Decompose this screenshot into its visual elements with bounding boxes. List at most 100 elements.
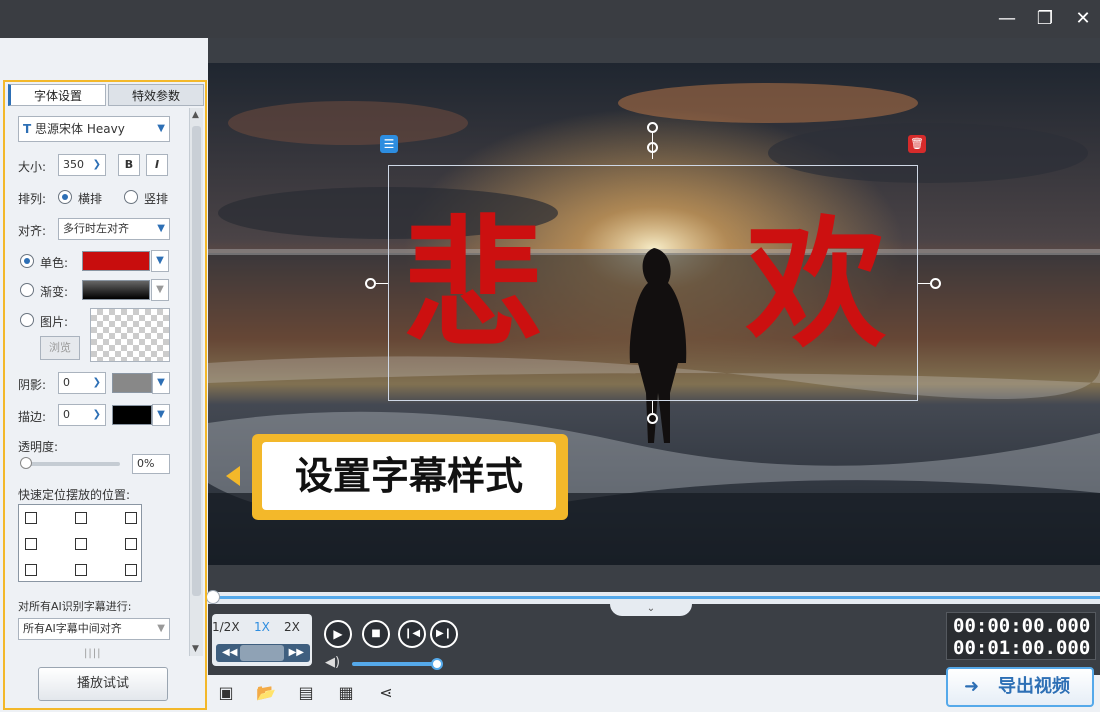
timecode-display: 00:00:00.000 00:01:00.000 xyxy=(946,612,1096,660)
solid-color-label: 单色: xyxy=(40,256,69,270)
opacity-input[interactable]: 0% xyxy=(132,454,170,474)
chevron-down-icon[interactable]: ▼ xyxy=(152,372,170,394)
gradient-radio[interactable] xyxy=(20,283,34,297)
ai-align-select[interactable]: 所有AI字幕中间对齐 ▼ xyxy=(18,618,170,640)
bold-button[interactable]: B xyxy=(118,154,140,176)
subtitle-char-right[interactable]: 欢 xyxy=(746,215,886,355)
delete-icon[interactable]: 🗑 xyxy=(908,135,926,153)
resize-handle-top[interactable] xyxy=(647,142,658,153)
position-center[interactable] xyxy=(75,538,87,550)
chevron-down-icon: ▼ xyxy=(157,623,165,634)
share-icon[interactable]: ⋖ xyxy=(376,683,396,703)
stroke-input[interactable]: 0 ❯ xyxy=(58,404,106,426)
prev-frame-button[interactable]: ❙◀ xyxy=(398,620,426,648)
stop-button[interactable]: ■ xyxy=(362,620,390,648)
font-select[interactable]: T 思源宋体 Heavy ▼ xyxy=(18,116,170,142)
chevron-down-icon: ▼ xyxy=(157,223,165,234)
chevron-down-icon: ▼ xyxy=(157,123,165,134)
solid-color-radio[interactable] xyxy=(20,254,34,268)
speed-2x[interactable]: 2X xyxy=(284,620,300,634)
export-button[interactable]: ➜ 导出视频 xyxy=(946,667,1094,707)
chevron-down-icon[interactable]: ▼ xyxy=(152,404,170,426)
handle-line xyxy=(918,283,930,284)
list-icon[interactable]: ☰ xyxy=(380,135,398,153)
timeline-playhead[interactable] xyxy=(206,590,220,604)
speed-slider[interactable]: ◀◀ ▶▶ xyxy=(216,644,310,662)
save-icon[interactable]: ▤ xyxy=(296,683,316,703)
save-as-icon[interactable]: ▦ xyxy=(336,683,356,703)
position-top-left[interactable] xyxy=(25,512,37,524)
resize-grip-icon[interactable]: |||| xyxy=(84,648,101,659)
title-bar: — ❐ ✕ xyxy=(0,0,1100,38)
image-preview[interactable] xyxy=(90,308,170,362)
resize-handle-left[interactable] xyxy=(365,278,376,289)
timeline-progress xyxy=(208,596,1100,599)
export-icon: ➜ xyxy=(964,676,980,697)
position-top-center[interactable] xyxy=(75,512,87,524)
position-middle-left[interactable] xyxy=(25,538,37,550)
font-name: 思源宋体 Heavy xyxy=(35,122,125,136)
stroke-value: 0 xyxy=(63,408,70,421)
ai-align-value: 所有AI字幕中间对齐 xyxy=(23,622,122,635)
shadow-input[interactable]: 0 ❯ xyxy=(58,372,106,394)
browse-button[interactable]: 浏览 xyxy=(40,336,80,360)
rotate-handle[interactable] xyxy=(647,122,658,133)
resize-handle-right[interactable] xyxy=(930,278,941,289)
open-folder-icon[interactable]: 📂 xyxy=(256,683,276,703)
preview-button[interactable]: 播放试试 xyxy=(38,667,168,701)
callout-arrow-icon xyxy=(226,466,240,486)
speed-1x[interactable]: 1X xyxy=(254,620,270,634)
align-value: 多行时左对齐 xyxy=(63,222,129,235)
restore-button[interactable]: ❐ xyxy=(1034,8,1056,30)
image-radio[interactable] xyxy=(20,313,34,327)
position-top-right[interactable] xyxy=(125,512,137,524)
volume-icon[interactable]: ◀) xyxy=(325,655,340,670)
ai-label: 对所有AI识别字幕进行: xyxy=(18,600,132,613)
volume-slider[interactable] xyxy=(352,662,438,666)
stroke-color-swatch[interactable] xyxy=(112,405,152,425)
position-bottom-right[interactable] xyxy=(125,564,137,576)
image-label: 图片: xyxy=(40,315,69,329)
panel-scrollbar[interactable]: ▲ ▼ xyxy=(189,108,203,656)
shadow-label: 阴影: xyxy=(18,378,47,392)
vertical-radio[interactable] xyxy=(124,190,138,204)
add-media-icon[interactable]: ▣ xyxy=(216,683,236,703)
handle-line xyxy=(376,283,388,284)
position-bottom-left[interactable] xyxy=(25,564,37,576)
collapse-chevron-icon[interactable]: ⌄ xyxy=(610,604,692,616)
stroke-label: 描边: xyxy=(18,410,47,424)
align-label: 对齐: xyxy=(18,224,47,238)
close-button[interactable]: ✕ xyxy=(1072,8,1094,30)
chevron-down-icon[interactable]: ▼ xyxy=(151,279,169,301)
layout-label: 排列: xyxy=(18,192,47,206)
tab-effect-params[interactable]: 特效参数 xyxy=(108,84,204,106)
opacity-slider[interactable] xyxy=(22,462,120,466)
opacity-slider-handle[interactable] xyxy=(20,457,32,469)
minimize-button[interactable]: — xyxy=(996,8,1018,30)
italic-button[interactable]: I xyxy=(146,154,168,176)
subtitle-char-left[interactable]: 悲 xyxy=(403,215,543,355)
speed-half[interactable]: 1/2X xyxy=(212,620,240,634)
play-button[interactable]: ▶ xyxy=(324,620,352,648)
vertical-label: 竖排 xyxy=(144,192,169,206)
shadow-value: 0 xyxy=(63,376,70,389)
volume-handle[interactable] xyxy=(431,658,443,670)
current-time: 00:00:00.000 xyxy=(953,615,1091,637)
chevron-right-icon: ❯ xyxy=(92,159,101,170)
horizontal-label: 横排 xyxy=(78,192,103,206)
horizontal-radio[interactable] xyxy=(58,190,72,204)
position-middle-right[interactable] xyxy=(125,538,137,550)
solid-color-swatch[interactable] xyxy=(82,251,150,271)
opacity-label: 透明度: xyxy=(18,440,59,454)
next-frame-button[interactable]: ▶❙ xyxy=(430,620,458,648)
chevron-right-icon: ❯ xyxy=(92,409,101,420)
position-bottom-center[interactable] xyxy=(75,564,87,576)
shadow-color-swatch[interactable] xyxy=(112,373,152,393)
gradient-swatch[interactable] xyxy=(82,280,150,300)
total-time: 00:01:00.000 xyxy=(953,637,1091,659)
tab-font-settings[interactable]: 字体设置 xyxy=(8,84,106,106)
align-select[interactable]: 多行时左对齐 ▼ xyxy=(58,218,170,240)
resize-handle-bottom[interactable] xyxy=(647,413,658,424)
chevron-down-icon[interactable]: ▼ xyxy=(151,250,169,272)
size-input[interactable]: 350 ❯ xyxy=(58,154,106,176)
